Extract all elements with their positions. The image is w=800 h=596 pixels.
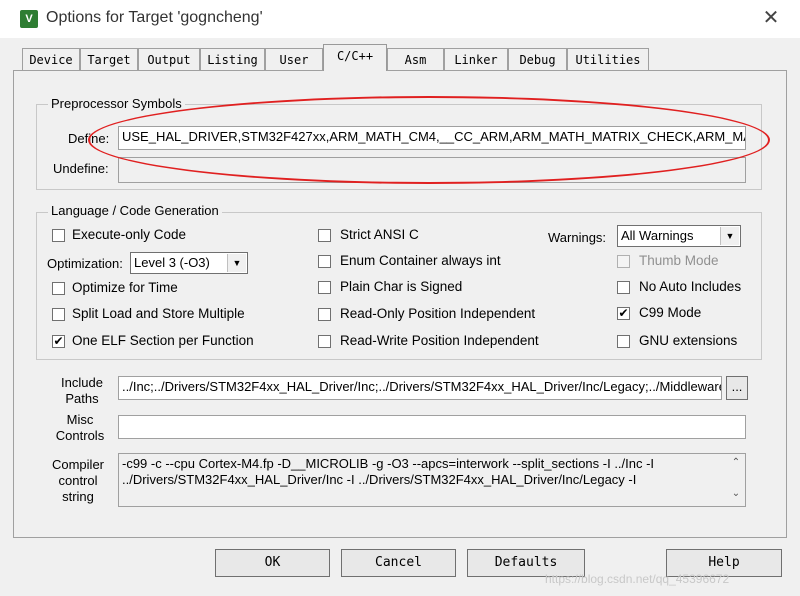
optimization-value: Level 3 (-O3) — [134, 255, 210, 270]
tab-debug[interactable]: Debug — [508, 48, 567, 70]
scroll-up-icon[interactable]: ⌃ — [728, 457, 744, 471]
tab-utilities[interactable]: Utilities — [567, 48, 649, 70]
tab-target[interactable]: Target — [80, 48, 138, 70]
warnings-value: All Warnings — [621, 228, 694, 243]
thumb-mode-checkbox[interactable] — [617, 255, 630, 268]
tab-device[interactable]: Device — [22, 48, 80, 70]
one-elf-label: One ELF Section per Function — [72, 333, 254, 348]
split-load-checkbox[interactable] — [52, 308, 65, 321]
tab-user[interactable]: User — [265, 48, 323, 70]
compiler-control-label-line1: Compiler — [51, 457, 104, 472]
gnu-extensions-label: GNU extensions — [639, 333, 738, 348]
c99-mode-checkbox[interactable]: ✔ — [617, 307, 630, 320]
include-paths-browse-button[interactable]: ... — [726, 376, 748, 400]
optimization-label: Optimization: — [47, 256, 123, 271]
cancel-button[interactable]: Cancel — [341, 549, 456, 577]
plain-char-label: Plain Char is Signed — [340, 279, 463, 294]
no-auto-includes-label: No Auto Includes — [639, 279, 742, 294]
split-load-label: Split Load and Store Multiple — [72, 306, 245, 321]
plain-char-checkbox[interactable] — [318, 281, 331, 294]
optimize-time-checkbox[interactable] — [52, 282, 65, 295]
keil-uv-icon: V — [20, 10, 38, 28]
compiler-control-label: Compiler control string — [50, 457, 106, 505]
strict-ansi-checkbox[interactable] — [318, 229, 331, 242]
tab-listing[interactable]: Listing — [200, 48, 265, 70]
misc-controls-label: Misc Controls — [54, 412, 106, 444]
title-bar: V Options for Target 'gogncheng' ✕ — [0, 0, 800, 38]
include-paths-field[interactable]: ../Inc;../Drivers/STM32F4xx_HAL_Driver/I… — [118, 376, 722, 400]
compiler-control-field: -c99 -c --cpu Cortex-M4.fp -D__MICROLIB … — [118, 453, 746, 507]
strict-ansi-label: Strict ANSI C — [340, 227, 419, 242]
compiler-control-line2: ../Drivers/STM32F4xx_HAL_Driver/Inc -I .… — [122, 472, 637, 487]
chevron-down-icon[interactable]: ▼ — [227, 254, 246, 272]
enum-container-checkbox[interactable] — [318, 255, 331, 268]
rw-pi-label: Read-Write Position Independent — [340, 333, 539, 348]
compiler-control-label-line3: string — [62, 489, 94, 504]
tab-asm[interactable]: Asm — [387, 48, 444, 70]
tab-c-cpp[interactable]: C/C++ — [323, 44, 387, 71]
ro-pi-checkbox[interactable] — [318, 308, 331, 321]
warnings-select[interactable]: All Warnings ▼ — [617, 225, 741, 247]
window-title: Options for Target 'gogncheng' — [46, 9, 263, 26]
enum-container-label: Enum Container always int — [340, 253, 501, 268]
no-auto-includes-checkbox[interactable] — [617, 281, 630, 294]
red-annotation-ellipse — [88, 96, 770, 184]
misc-controls-field[interactable] — [118, 415, 746, 439]
optimization-select[interactable]: Level 3 (-O3) ▼ — [130, 252, 248, 274]
ro-pi-label: Read-Only Position Independent — [340, 306, 536, 321]
gnu-extensions-checkbox[interactable] — [617, 335, 630, 348]
watermark: https://blog.csdn.net/qq_45396672 — [545, 572, 730, 586]
warnings-label: Warnings: — [548, 230, 607, 245]
undefine-label: Undefine: — [53, 161, 109, 176]
include-paths-label: Include Paths — [60, 375, 104, 407]
tab-output[interactable]: Output — [138, 48, 200, 70]
one-elf-checkbox[interactable]: ✔ — [52, 335, 65, 348]
compiler-control-label-line2: control — [58, 473, 98, 488]
execute-only-checkbox[interactable] — [52, 229, 65, 242]
tab-linker[interactable]: Linker — [444, 48, 508, 70]
include-paths-label-line1: Include — [61, 375, 103, 390]
compiler-control-line1: -c99 -c --cpu Cortex-M4.fp -D__MICROLIB … — [122, 456, 655, 471]
scroll-down-icon[interactable]: ⌄ — [728, 488, 744, 502]
misc-controls-label-line2: Controls — [55, 428, 105, 443]
preprocessor-group-label: Preprocessor Symbols — [48, 96, 185, 111]
close-icon[interactable]: ✕ — [760, 6, 782, 30]
execute-only-label: Execute-only Code — [72, 227, 187, 242]
rw-pi-checkbox[interactable] — [318, 335, 331, 348]
optimize-time-label: Optimize for Time — [72, 280, 178, 295]
include-paths-label-line2: Paths — [65, 391, 99, 406]
misc-controls-label-line1: Misc — [66, 412, 94, 427]
thumb-mode-label: Thumb Mode — [639, 253, 719, 268]
c99-mode-label: C99 Mode — [639, 305, 702, 320]
ok-button[interactable]: OK — [215, 549, 330, 577]
chevron-down-icon[interactable]: ▼ — [720, 227, 739, 245]
language-group-label: Language / Code Generation — [48, 203, 222, 218]
